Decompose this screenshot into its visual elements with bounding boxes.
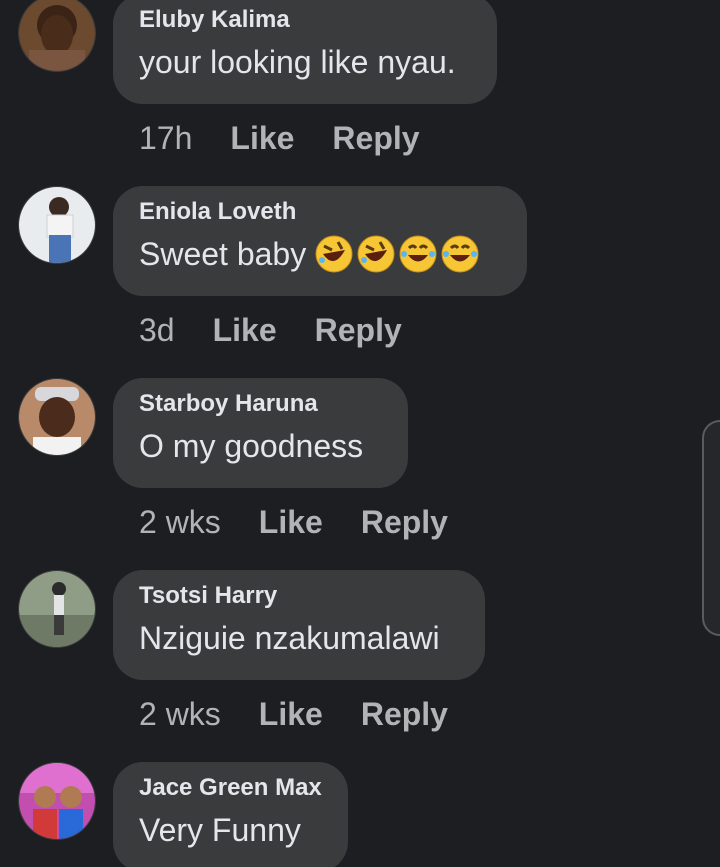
reply-button[interactable]: Reply [315, 312, 402, 348]
avatar[interactable] [18, 186, 96, 264]
like-button[interactable]: Like [213, 312, 277, 348]
rolling-on-floor-laughing-emoji [356, 234, 396, 274]
comment-bubble: Starboy Haruna O my goodness [113, 378, 408, 488]
tears-of-joy-emoji [440, 234, 480, 274]
comment-timestamp[interactable]: 17h [139, 120, 192, 156]
avatar[interactable] [18, 378, 96, 456]
reply-button[interactable]: Reply [361, 696, 448, 732]
comment-text: Sweet baby [139, 233, 501, 275]
comment-text: your looking like nyau. [139, 44, 456, 80]
comment-bubble: Eniola Loveth Sweet baby [113, 186, 527, 296]
comment-actions: 2 wks Like Reply [139, 502, 486, 542]
comment-bubble: Tsotsi Harry Nziguie nzakumalawi [113, 570, 485, 680]
avatar[interactable] [18, 762, 96, 840]
comment-author[interactable]: Jace Green Max [139, 773, 322, 803]
comment-author[interactable]: Eniola Loveth [139, 197, 501, 227]
like-button[interactable]: Like [259, 504, 323, 540]
comment-timestamp[interactable]: 2 wks [139, 696, 221, 732]
tears-of-joy-emoji [398, 234, 438, 274]
comment-author[interactable]: Tsotsi Harry [139, 581, 459, 611]
comment-bubble: Jace Green Max Very Funny [113, 762, 348, 867]
comment-text: O my goodness [139, 428, 364, 464]
comment-actions: 2 wks Like Reply [139, 694, 486, 734]
avatar[interactable] [18, 570, 96, 648]
avatar[interactable] [18, 0, 96, 72]
comment-actions: 3d Like Reply [139, 310, 440, 350]
like-button[interactable]: Like [230, 120, 294, 156]
comment-timestamp[interactable]: 2 wks [139, 504, 221, 540]
reply-button[interactable]: Reply [332, 120, 419, 156]
comment-text: Very Funny [139, 812, 301, 848]
reply-button[interactable]: Reply [361, 504, 448, 540]
comment-actions: 17h Like Reply [139, 118, 458, 158]
comment-text: Nziguie nzakumalawi [139, 620, 440, 656]
like-button[interactable]: Like [259, 696, 323, 732]
rolling-on-floor-laughing-emoji [314, 234, 354, 274]
comment-author[interactable]: Eluby Kalima [139, 5, 471, 35]
scroll-handle[interactable] [702, 420, 720, 636]
comment-timestamp[interactable]: 3d [139, 312, 175, 348]
comment-bubble: Eluby Kalima your looking like nyau. [113, 0, 497, 104]
comment-author[interactable]: Starboy Haruna [139, 389, 382, 419]
